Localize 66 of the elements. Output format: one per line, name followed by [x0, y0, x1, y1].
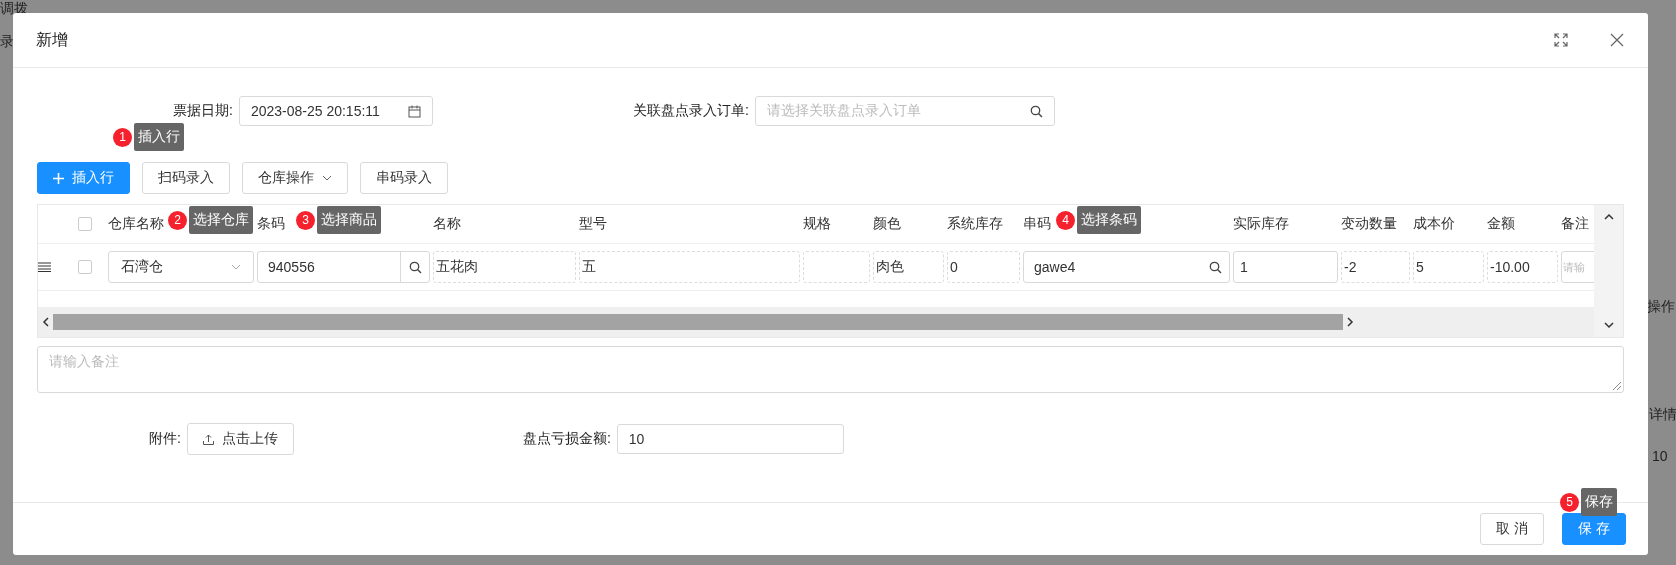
scroll-left-icon[interactable]: [42, 317, 50, 327]
upload-button[interactable]: 点击上传: [186, 423, 294, 455]
search-icon: [1029, 104, 1043, 118]
toolbar-button[interactable]: 扫码录入: [142, 162, 230, 194]
date-field[interactable]: 2023-08-25 20:15:11: [238, 96, 433, 126]
column-header: 仓库名称: [108, 215, 164, 233]
column-header: 金额: [1487, 215, 1515, 233]
field-label: 附件:: [149, 430, 181, 448]
background-text: 详情: [1649, 406, 1676, 424]
table-cell: [803, 251, 870, 283]
tooltip: 选择商品: [317, 206, 381, 234]
background-text: 10: [1652, 448, 1668, 464]
plus-icon: [53, 172, 64, 184]
column-header: 型号: [579, 215, 607, 233]
table-cell: 5: [1413, 251, 1484, 283]
column-header: 备注: [1561, 215, 1589, 233]
caret-icon: [231, 264, 241, 270]
column-header: 实际库存: [1233, 215, 1289, 233]
dialog-title: 新增: [36, 29, 68, 50]
column-header: 串码: [1023, 215, 1051, 233]
scroll-down-icon[interactable]: [1603, 321, 1614, 329]
column-header: 变动数量: [1341, 215, 1397, 233]
toolbar-button[interactable]: 串码录入: [360, 162, 448, 194]
background-text: 录: [0, 33, 14, 51]
caret-icon: [322, 175, 332, 181]
fullscreen-icon[interactable]: [1554, 33, 1568, 47]
field-label: 关联盘点录入订单:: [632, 102, 749, 120]
search-field[interactable]: gawe4: [1023, 251, 1230, 283]
column-header: 条码: [257, 215, 285, 233]
scroll-up-icon[interactable]: [1603, 213, 1614, 221]
search-icon: [1208, 260, 1222, 274]
calendar-icon: [407, 104, 421, 118]
column-header: 颜色: [873, 215, 901, 233]
horizontal-scrollbar[interactable]: [38, 307, 1594, 337]
tooltip: 选择条码: [1077, 206, 1141, 234]
search-icon: [408, 260, 422, 274]
footer-button[interactable]: 取 消: [1480, 513, 1545, 545]
tooltip: 插入行: [134, 123, 184, 151]
search-field[interactable]: 940556: [257, 251, 430, 283]
scroll-right-icon[interactable]: [1346, 317, 1354, 327]
close-icon[interactable]: [1610, 33, 1624, 47]
column-header: 规格: [803, 215, 831, 233]
table-cell: 五: [579, 251, 800, 283]
amount-field[interactable]: 10: [616, 424, 844, 454]
table-cell: -10.00: [1487, 251, 1558, 283]
warehouse-select[interactable]: 石湾仓: [108, 251, 254, 283]
drag-handle-icon[interactable]: [38, 262, 51, 272]
input-field[interactable]: 1: [1233, 251, 1338, 283]
toolbar-button[interactable]: 仓库操作: [242, 162, 348, 194]
background-text: 操作: [1647, 298, 1675, 316]
table-cell: 五花肉: [433, 251, 576, 283]
tooltip: 保存: [1581, 488, 1617, 516]
column-header: 成本价: [1413, 215, 1455, 233]
column-header: 系统库存: [947, 215, 1003, 233]
resize-grip-icon: [1611, 380, 1621, 390]
table-cell: -2: [1341, 251, 1410, 283]
tooltip: 选择仓库: [189, 206, 253, 234]
field-label: 盘点亏损金额:: [522, 430, 611, 448]
vertical-scrollbar[interactable]: [1594, 205, 1623, 337]
table-cell: 0: [947, 251, 1020, 283]
table-cell: 肉色: [873, 251, 944, 283]
checkbox[interactable]: [78, 260, 92, 274]
column-header: 名称: [433, 215, 461, 233]
upload-icon: [202, 433, 214, 445]
checkbox[interactable]: [78, 217, 92, 231]
field-label: 票据日期:: [173, 102, 233, 120]
